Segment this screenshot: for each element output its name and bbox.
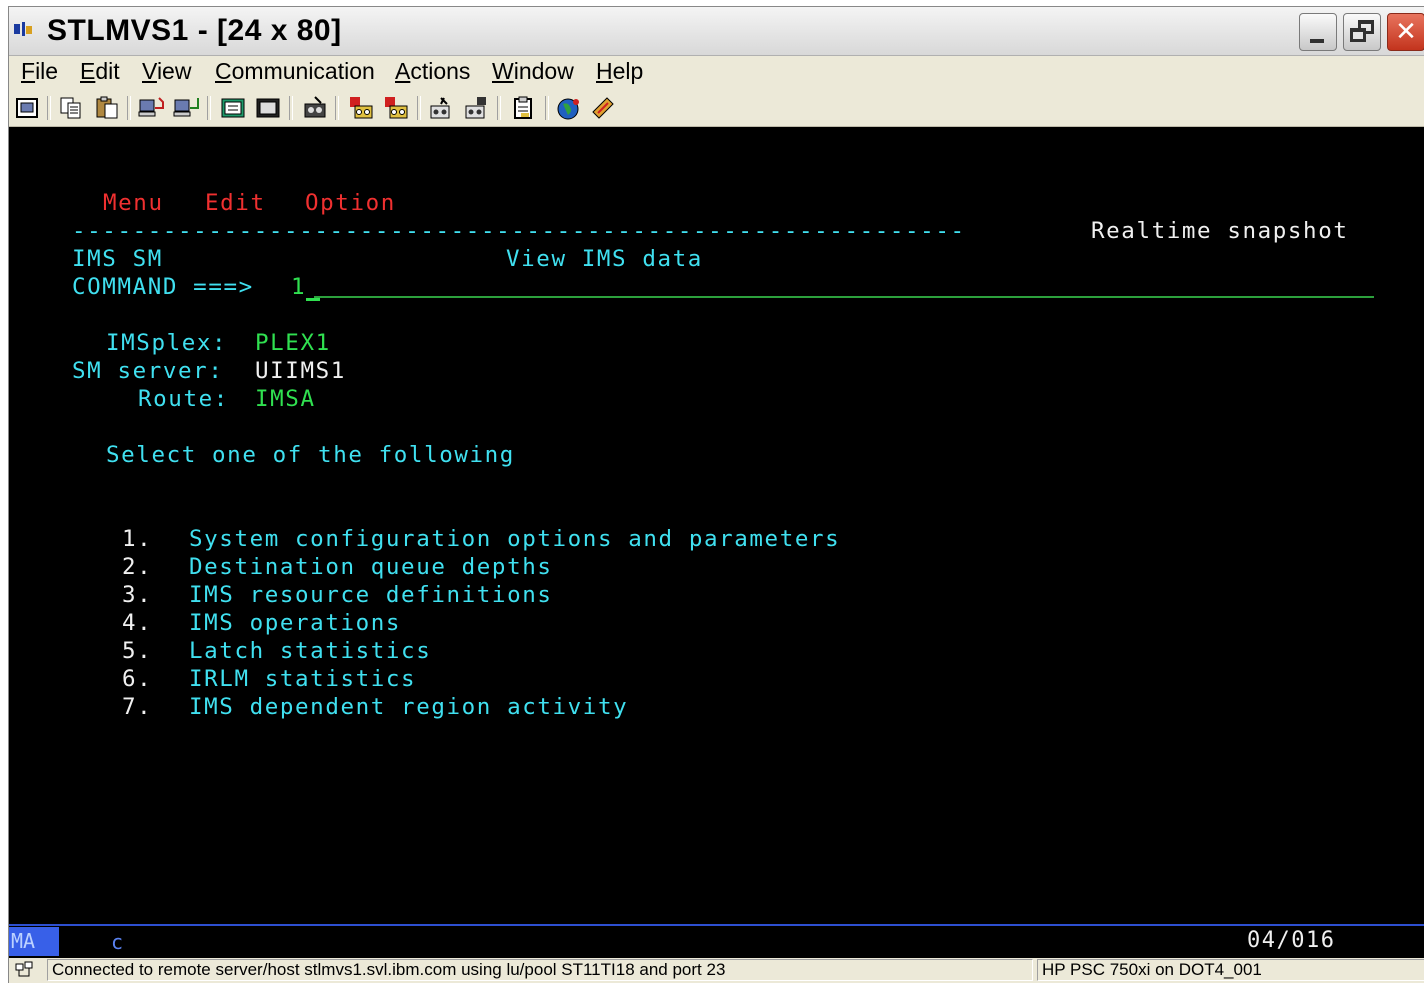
copy-icon[interactable] [57,94,85,122]
instruction-text: Select one of the following [106,442,515,468]
menu-actions-rest: ctions [410,58,471,84]
menu-edit-mnemonic: E [80,58,96,84]
dash-separator: ----------------------------------------… [72,218,966,244]
imsplex-label: IMSplex: [106,330,228,356]
clipboard-icon[interactable] [509,94,537,122]
route-label: Route: [138,386,229,412]
send-file-icon[interactable] [137,94,165,122]
menu-communication-rest: ommunication [231,58,375,84]
network-connection-icon [13,960,35,980]
receive-file-icon[interactable] [172,94,200,122]
panel-title: View IMS data [506,246,703,272]
option-destination-queue-depths[interactable]: Destination queue depths [189,553,553,581]
terminal-screen[interactable]: Menu Edit Option -----------------------… [9,127,1424,925]
option-number: 7. [122,694,153,720]
menu-view-rest: iew [156,58,192,84]
realtime-snapshot-label: Realtime snapshot [1091,218,1349,244]
option-number: 6. [122,666,153,692]
option-irlm-statistics[interactable]: IRLM statistics [189,665,416,693]
sm-server-value: UIIMS1 [255,358,346,384]
emulator-window: STLMVS1 - [24 x 80] ✕ File Edit View Com… [8,6,1424,983]
menu-view-mnemonic: V [142,58,157,84]
option-ims-resource-definitions[interactable]: IMS resource definitions [189,581,553,609]
customize-colors-icon[interactable] [555,94,583,122]
close-icon: ✕ [1395,17,1417,47]
sm-server-label: SM server: [72,358,224,384]
printer-status: HP PSC 750xi on DOT4_001 [1037,959,1424,981]
menu-actions-mnemonic: A [395,58,411,84]
menu-file-mnemonic: F [21,58,36,84]
cursor-position: 04/016 [1247,928,1336,953]
menu-help-rest: elp [612,58,644,84]
title-bar[interactable]: STLMVS1 - [24 x 80] ✕ [9,7,1424,56]
record-macro-icon[interactable] [301,94,329,122]
command-label: COMMAND ===> [72,274,254,300]
minimize-button[interactable] [1299,13,1337,51]
menu-communication[interactable]: Communication [215,56,375,90]
menu-edit[interactable]: Edit [80,56,120,90]
restore-button[interactable] [1343,13,1381,51]
menu-help[interactable]: Help [596,56,643,90]
play-macro-icon[interactable] [347,94,375,122]
option-system-configuration[interactable]: System configuration options and paramet… [189,525,840,553]
menu-file[interactable]: File [21,56,58,90]
option-number: 5. [122,638,153,664]
action-edit[interactable]: Edit [205,189,266,217]
menu-help-mnemonic: H [596,58,613,84]
menu-file-rest: ile [35,58,59,84]
text-cursor [306,298,320,301]
oia-mode-indicator: MA [9,927,59,956]
connection-status: Connected to remote server/host stlmvs1.… [47,959,1033,981]
menu-view[interactable]: View [142,56,191,90]
print-screen-icon[interactable] [13,94,41,122]
action-option[interactable]: Option [305,189,396,217]
option-number: 4. [122,610,153,636]
operator-information-area: MA c 04/016 [9,924,1424,958]
map-keyboard-icon[interactable] [589,94,617,122]
toolbar [9,90,1424,127]
route-value[interactable]: IMSA [255,385,316,413]
terminal-app-icon[interactable] [13,21,35,39]
option-ims-operations[interactable]: IMS operations [189,609,401,637]
status-bar: Connected to remote server/host stlmvs1.… [9,958,1424,983]
menu-window[interactable]: Window [492,56,574,90]
menu-actions[interactable]: Actions [395,56,470,90]
paste-icon[interactable] [93,94,121,122]
option-latch-statistics[interactable]: Latch statistics [189,637,431,665]
minimize-icon [1310,39,1324,43]
display-keypad-icon[interactable] [219,94,247,122]
action-menu[interactable]: Menu [103,189,164,217]
close-button[interactable]: ✕ [1387,13,1424,51]
command-input[interactable]: 1 [291,273,306,301]
option-number: 2. [122,554,153,580]
menu-edit-rest: dit [95,58,120,84]
option-number: 3. [122,582,153,608]
app-name: IMS SM [72,246,163,272]
menu-window-rest: indow [513,58,574,84]
macro-run-icon[interactable] [427,94,455,122]
imsplex-value[interactable]: PLEX1 [255,329,331,357]
option-number: 1. [122,526,153,552]
oia-connection-indicator: c [111,930,124,954]
stop-macro-icon[interactable] [382,94,410,122]
window-title: STLMVS1 - [24 x 80] [47,14,342,47]
menu-window-mnemonic: W [492,58,514,84]
option-ims-dependent-region-activity[interactable]: IMS dependent region activity [189,693,628,721]
command-input-underline[interactable] [314,296,1374,298]
menu-bar: File Edit View Communication Actions Win… [9,56,1424,90]
menu-communication-mnemonic: C [215,58,232,84]
macro-stop-icon[interactable] [462,94,490,122]
keypad-icon[interactable] [254,94,282,122]
